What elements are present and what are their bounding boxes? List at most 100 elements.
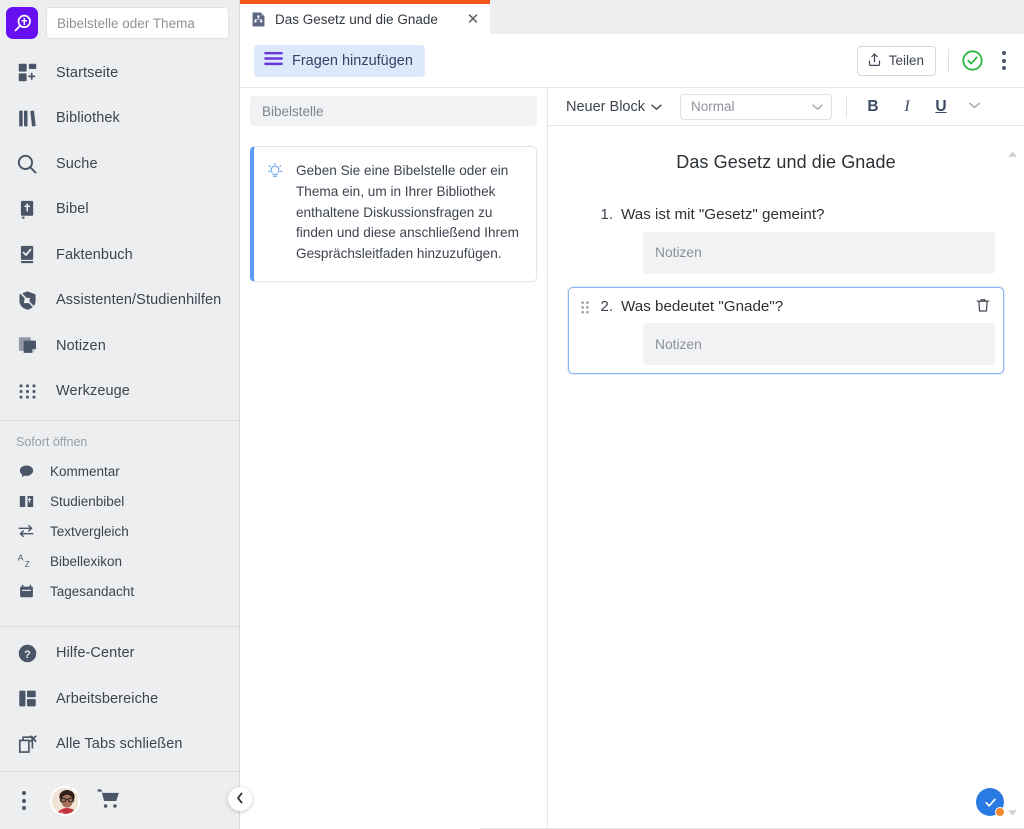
save-status-fab[interactable] [976,788,1005,817]
close-icon[interactable]: ✕ [464,10,482,28]
quick-item-textvergleich[interactable]: Textvergleich [0,516,239,546]
shopping-cart-icon[interactable] [96,786,121,816]
questions-search-pane: Bibelstelle Geben Sie eine Bibelstelle o… [240,88,548,829]
question-text[interactable]: Was bedeutet "Gnade"? [619,294,995,324]
sidebar-collapse-handle[interactable] [228,787,252,811]
chevron-double-down-icon[interactable] [963,95,987,119]
question-block[interactable]: 1. Was ist mit "Gesetz" gemeint? Notizen [568,195,1004,283]
study-bible-icon [16,491,36,511]
global-search-placeholder: Bibelstelle oder Thema [57,15,195,31]
tab-das-gesetz-und-die-gnade[interactable]: Das Gesetz und die Gnade ✕ [240,0,490,34]
add-questions-button[interactable]: Fragen hinzufügen [254,44,425,77]
share-button[interactable]: Teilen [856,45,936,76]
quick-item-studienbibel[interactable]: Studienbibel [0,486,239,516]
sidebar-item-hilfe-center[interactable]: ? Hilfe-Center [0,631,239,677]
drag-handle-icon[interactable] [577,294,593,366]
sidebar-item-startseite[interactable]: Startseite [0,50,239,96]
factbook-check-icon [14,242,40,268]
question-block-selected[interactable]: 2. Was bedeutet "Gnade"? Notizen [568,286,1004,375]
kebab-menu-icon[interactable] [14,791,34,810]
notification-dot [995,807,1005,817]
chevron-down-icon [651,99,662,115]
comment-bubble-icon [16,461,36,481]
question-body: Was ist mit "Gesetz" gemeint? Notizen [619,202,995,274]
quick-item-kommentar[interactable]: Kommentar [0,456,239,486]
bold-button[interactable]: B [861,95,885,119]
panes-container: Bibelstelle Geben Sie eine Bibelstelle o… [240,88,1024,829]
sidebar-item-werkzeuge[interactable]: Werkzeuge [0,369,239,415]
question-notes-input[interactable]: Notizen [643,323,995,366]
hamburger-lines-icon [264,51,283,71]
sidebar-header: Bibelstelle oder Thema [0,0,239,46]
sidebar-item-label: Assistenten/Studienhilfen [56,292,222,309]
trash-icon[interactable] [975,297,991,318]
bible-ref-search-input[interactable]: Bibelstelle [250,96,537,126]
global-search-input[interactable]: Bibelstelle oder Thema [46,7,229,39]
question-notes-placeholder: Notizen [655,245,702,261]
share-upload-icon [867,52,882,70]
question-number: 2. [600,297,613,315]
editor-toolbar-divider [845,95,847,118]
new-block-button[interactable]: Neuer Block [562,96,666,118]
paragraph-style-value: Normal [690,99,735,114]
quick-item-bibellexikon[interactable]: A Z Bibellexikon [0,546,239,576]
logos-magnifier-cross-icon [14,14,31,31]
quick-open-list: Kommentar Studienbibel Textvergleich A Z… [0,456,239,606]
sidebar-item-arbeitsbereiche[interactable]: Arbeitsbereiche [0,676,239,722]
quick-item-label: Bibellexikon [50,553,123,569]
logos-app-logo[interactable] [6,7,38,39]
quick-open-header: Sofort öffnen [16,435,88,449]
quick-item-label: Studienbibel [50,493,125,509]
daily-devotional-calendar-icon [16,581,36,601]
sidebar-item-label: Faktenbuch [56,246,133,263]
sidebar-item-label: Bibel [56,201,89,218]
quick-item-tagesandacht[interactable]: Tagesandacht [0,576,239,606]
kebab-menu-icon[interactable] [996,47,1012,74]
layouts-panels-icon [14,686,40,712]
guides-compass-icon [14,287,40,313]
scroll-up-arrow-icon[interactable] [1004,146,1020,162]
sidebar-item-bibel[interactable]: Bibel [0,187,239,233]
search-icon [14,151,40,177]
sidebar-item-label: Alle Tabs schließen [56,736,183,753]
tab-strip: Das Gesetz und die Gnade ✕ [240,0,1024,34]
chevron-down-icon [812,99,823,114]
close-all-tabs-icon [14,731,40,757]
paragraph-style-select[interactable]: Normal [679,93,832,120]
user-avatar[interactable] [50,785,80,816]
app-root: Bibelstelle oder Thema Startseite Biblio… [0,0,1024,829]
italic-button[interactable]: I [895,95,919,119]
sidebar-item-label: Arbeitsbereiche [56,690,159,707]
tools-grid-icon [14,378,40,404]
sidebar-footer [0,771,239,829]
lightbulb-icon [266,161,286,265]
svg-text:Z: Z [24,560,29,569]
underline-button[interactable]: U [929,95,953,119]
chevron-left-icon [236,792,244,807]
scroll-down-arrow-icon[interactable] [1004,805,1020,821]
check-icon [984,798,996,807]
sidebar-item-alle-tabs-schliessen[interactable]: Alle Tabs schließen [0,722,239,768]
sidebar-item-bibliothek[interactable]: Bibliothek [0,96,239,142]
help-question-icon: ? [14,640,40,666]
question-notes-input[interactable]: Notizen [643,231,995,274]
workspace: Das Gesetz und die Gnade ✕ Fragen hinzuf… [240,0,1024,829]
new-block-label: Neuer Block [566,98,645,115]
check-circle-green-icon[interactable] [961,49,984,72]
sidebar-item-label: Werkzeuge [56,383,130,400]
sidebar-item-assistenten-studienhilfen[interactable]: Assistenten/Studienhilfen [0,278,239,324]
hint-text: Geben Sie eine Bibelstelle oder ein Them… [296,163,519,262]
sidebar-item-notizen[interactable]: Notizen [0,323,239,369]
sidebar-item-label: Bibliothek [56,110,120,127]
sidebar-item-label: Suche [56,155,98,172]
sidebar-item-label: Hilfe-Center [56,645,135,662]
question-text[interactable]: Was ist mit "Gesetz" gemeint? [619,202,995,232]
sidebar-item-faktenbuch[interactable]: Faktenbuch [0,232,239,278]
sermon-document-icon [250,11,267,28]
document-scroll-area[interactable]: Das Gesetz und die Gnade 1. Was ist mit … [548,126,1024,829]
sidebar-item-suche[interactable]: Suche [0,141,239,187]
share-label: Teilen [888,53,924,68]
bible-ref-search-wrap: Bibelstelle [240,88,547,136]
toolbar-divider [948,48,949,73]
question-number: 1. [600,206,613,223]
